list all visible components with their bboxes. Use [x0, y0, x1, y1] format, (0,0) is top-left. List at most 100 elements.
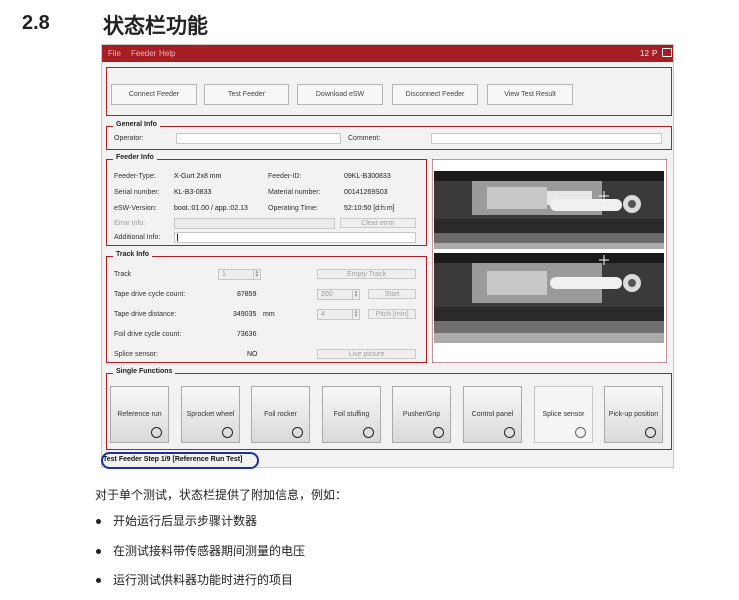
foil-rocker-label: Foil rocker [264, 411, 297, 418]
track-spinner-value: 1 [222, 271, 226, 278]
operator-input[interactable] [176, 133, 341, 144]
status-circle-icon [433, 427, 444, 438]
pitch-spinner[interactable]: 4 ▲ ▼ [317, 309, 360, 320]
sprocket-wheel-button[interactable]: Sprocket wheel [181, 386, 240, 443]
pusher-grip-label: Pusher/Grip [402, 411, 441, 418]
track-spinner[interactable]: 1 ▲ ▼ [218, 269, 261, 280]
status-circle-icon [504, 427, 515, 438]
pick-up-position-label: Pick-up position [608, 411, 659, 418]
bullet-item: 在测试接料带传感器期间测量的电压 [113, 544, 306, 558]
download-esw-button[interactable]: Download eSW [297, 84, 383, 105]
control-panel-label: Control panel [471, 411, 514, 418]
intro-text: 对于单个测试，状态栏提供了附加信息，例如： [95, 488, 348, 502]
bullet-item: 开始运行后显示步骤计数器 [113, 514, 258, 528]
tape-drive-distance-label: Tape drive distance: [114, 311, 177, 318]
splice-sensor-label: Splice sensor: [114, 351, 158, 358]
comment-input[interactable] [431, 133, 662, 144]
material-number-label: Material number: [268, 189, 321, 196]
feeder-info-title: Feeder Info [113, 154, 157, 161]
menu-feeder[interactable]: Feeder [131, 49, 156, 58]
foil-stuffing-label: Foil stuffing [333, 411, 370, 418]
pitch-spinner-value: 4 [321, 311, 325, 318]
menu-right-number: 12 [640, 49, 649, 58]
cycle-count-spinner[interactable]: 200 ▲ ▼ [317, 289, 360, 300]
general-info-title: General Info [113, 121, 160, 128]
operator-label: Operator: [114, 135, 144, 142]
status-circle-icon [151, 427, 162, 438]
control-panel-button[interactable]: Control panel [463, 386, 522, 443]
bullet-icon [96, 578, 101, 583]
feeder-test-window: File Feeder Help 12 P Connect Feeder Tes… [101, 44, 674, 468]
bullet-icon [96, 519, 101, 524]
splice-sensor-button[interactable]: Splice sensor [534, 386, 593, 443]
general-info-panel: General Info Operator: Comment: [106, 121, 672, 150]
single-functions-title: Single Functions [113, 368, 176, 375]
reference-run-button[interactable]: Reference run [110, 386, 169, 443]
status-circle-icon [363, 427, 374, 438]
empty-track-button[interactable]: Empty Track [317, 269, 416, 279]
bullet-item: 运行测试供料器功能时进行的项目 [113, 573, 294, 587]
serial-number-label: Serial number: [114, 189, 160, 196]
toolbar-panel: Connect Feeder Test Feeder Download eSW … [106, 67, 672, 116]
test-feeder-button[interactable]: Test Feeder [204, 84, 289, 105]
clear-error-button[interactable]: Clear error [340, 218, 416, 228]
section-title: 状态栏功能 [103, 14, 208, 38]
section-number: 2.8 [22, 12, 50, 34]
status-circle-icon [222, 427, 233, 438]
sprocket-wheel-label: Sprocket wheel [186, 411, 235, 418]
material-number-value: 00141269S03 [344, 189, 388, 196]
menu-file[interactable]: File [108, 49, 121, 58]
spinner-arrows-icon[interactable]: ▲ ▼ [352, 290, 359, 299]
start-button[interactable]: Start [368, 289, 416, 299]
view-test-result-button[interactable]: View Test Result [487, 84, 573, 105]
splice-sensor-value: NO [247, 351, 258, 358]
additional-info-label: Additional Info: [114, 234, 161, 241]
pitch-button[interactable]: Pitch [mm] [368, 309, 416, 319]
feeder-id-label: Feeder-ID: [268, 173, 302, 180]
feeder-id-value: 09KL-B300833 [344, 173, 391, 180]
status-circle-icon [292, 427, 303, 438]
splice-sensor-button-label: Splice sensor [542, 411, 585, 418]
reference-run-label: Reference run [117, 411, 162, 418]
pick-up-position-button[interactable]: Pick-up position [604, 386, 663, 443]
camera-icon[interactable] [662, 48, 672, 57]
cycle-count-spinner-value: 200 [321, 291, 333, 298]
track-label: Track [114, 271, 132, 278]
track-info-panel: Track Info Track 1 ▲ ▼ Empty Track Tape d… [106, 251, 427, 363]
error-info-label: Error Info: [114, 220, 146, 227]
foil-drive-cycle-value: 73636 [237, 331, 257, 338]
esw-version-value: boot.:01.00 / app.:02.13 [174, 205, 248, 212]
tape-drive-distance-unit: mm [263, 311, 275, 318]
pusher-grip-button[interactable]: Pusher/Grip [392, 386, 451, 443]
text-cursor [177, 234, 178, 241]
menu-help[interactable]: Help [159, 49, 175, 58]
connect-feeder-button[interactable]: Connect Feeder [111, 84, 197, 105]
menu-bar: File Feeder Help 12 P [102, 45, 673, 62]
tape-drive-cycle-value: 87859 [237, 291, 257, 298]
status-circle-icon [575, 427, 586, 438]
track-info-title: Track Info [113, 251, 153, 258]
bullet-icon [96, 549, 101, 554]
foil-drive-cycle-label: Foil drive cycle count: [114, 331, 182, 338]
additional-info-input[interactable] [174, 232, 416, 243]
tape-drive-cycle-label: Tape drive cycle count: [114, 291, 186, 298]
esw-version-label: eSW-Version: [114, 205, 157, 212]
disconnect-feeder-button[interactable]: Disconnect Feeder [392, 84, 478, 105]
feeder-info-panel: Feeder Info Feeder-Type: X-Gurt 2x8 mm F… [106, 154, 427, 246]
feeder-camera-picture [431, 158, 668, 364]
status-circle-icon [645, 427, 656, 438]
foil-rocker-button[interactable]: Foil rocker [251, 386, 310, 443]
camera-live-image [431, 158, 668, 364]
error-info-field [174, 218, 335, 229]
feeder-type-value: X-Gurt 2x8 mm [174, 173, 222, 180]
spinner-arrows-icon[interactable]: ▲ ▼ [352, 310, 359, 319]
comment-label: Comment: [348, 135, 381, 142]
status-bar-text: Test Feeder Step 1/9 [Reference Run Test… [103, 456, 243, 463]
menu-right-letter: P [652, 49, 658, 58]
operating-time-value: 52:10:50 [d:h:m] [344, 205, 395, 212]
tape-drive-distance-value: 349035 [233, 311, 257, 318]
serial-number-value: KL-B3-0833 [174, 189, 212, 196]
live-picture-button[interactable]: Live picture [317, 349, 416, 359]
spinner-arrows-icon[interactable]: ▲ ▼ [253, 270, 260, 279]
foil-stuffing-button[interactable]: Foil stuffing [322, 386, 381, 443]
